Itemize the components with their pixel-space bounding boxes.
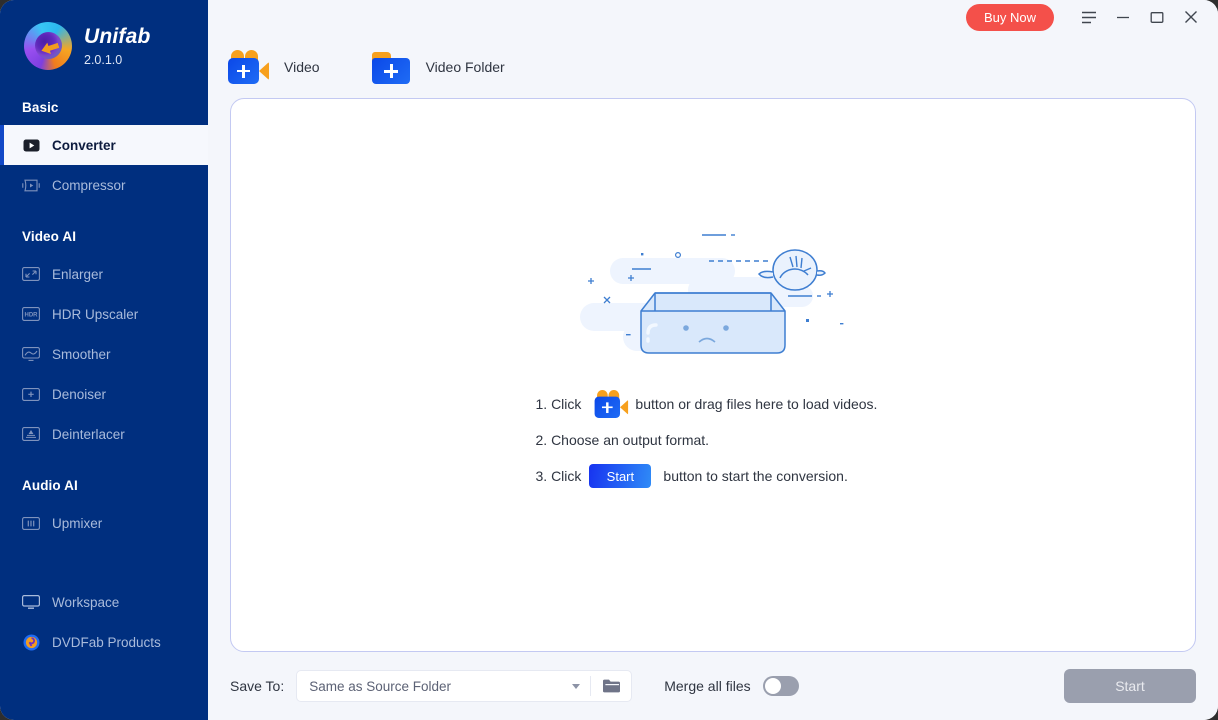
sidebar-group-video-ai: Video AI — [22, 229, 77, 244]
video-camera-plus-icon-inline — [593, 390, 629, 418]
unifab-logo-icon — [24, 22, 72, 70]
sidebar-item-deinterlacer[interactable]: Deinterlacer — [0, 414, 208, 454]
sidebar-item-compressor[interactable]: Compressor — [0, 165, 208, 205]
compressor-icon — [22, 176, 40, 194]
sidebar-item-dvdfab-products[interactable]: DVDFab Products — [0, 622, 208, 662]
chevron-down-icon — [572, 683, 581, 689]
monitor-icon — [22, 593, 40, 611]
app-version: 2.0.1.0 — [84, 52, 123, 67]
instruction-step-1: 1. Click button or drag files here to lo… — [536, 387, 891, 421]
denoiser-icon — [22, 385, 40, 403]
drop-zone[interactable]: 1. Click button or drag files here to lo… — [230, 98, 1196, 652]
box-shape — [640, 292, 786, 354]
enlarger-icon — [22, 265, 40, 283]
sidebar: Unifab 2.0.1.0 Basic Converter Compresso… — [0, 0, 208, 720]
sidebar-item-smoother[interactable]: Smoother — [0, 334, 208, 374]
converter-icon — [22, 136, 40, 154]
sidebar-item-denoiser[interactable]: Denoiser — [0, 374, 208, 414]
add-video-label: Video — [284, 59, 320, 75]
sidebar-item-label: Smoother — [52, 346, 111, 362]
add-video-button[interactable]: Video — [226, 50, 320, 84]
sidebar-item-label: Upmixer — [52, 515, 103, 531]
minimize-icon[interactable] — [1106, 2, 1140, 32]
add-video-folder-label: Video Folder — [425, 59, 505, 75]
sidebar-item-upmixer[interactable]: Upmixer — [0, 503, 208, 543]
toggle-knob — [764, 678, 781, 694]
inline-start-button[interactable]: Start — [589, 464, 652, 488]
buy-now-button[interactable]: Buy Now — [965, 3, 1054, 31]
empty-box-illustration — [580, 234, 844, 354]
step-1-suffix: button or drag files here to load videos… — [635, 396, 878, 412]
sidebar-item-label: Denoiser — [52, 386, 107, 402]
app-logo: Unifab 2.0.1.0 — [0, 0, 208, 70]
step-3-suffix: button to start the conversion. — [663, 468, 848, 484]
dvdfab-icon — [22, 633, 40, 651]
step-1-prefix: 1. Click — [535, 396, 582, 412]
smoother-icon — [22, 345, 40, 363]
sidebar-item-label: Deinterlacer — [52, 426, 125, 442]
save-path-dropdown[interactable]: Same as Source Folder — [297, 671, 590, 701]
upmixer-icon — [22, 514, 40, 532]
save-path-control: Same as Source Folder — [296, 670, 633, 702]
folder-open-icon — [602, 679, 620, 693]
sidebar-item-hdr-upscaler[interactable]: HDR HDR Upscaler — [0, 294, 208, 334]
add-video-folder-button[interactable]: Video Folder — [371, 50, 505, 84]
sidebar-item-label: Workspace — [52, 594, 120, 610]
hamburger-icon[interactable] — [1072, 2, 1106, 32]
app-window: Unifab 2.0.1.0 Basic Converter Compresso… — [0, 0, 1218, 720]
app-name: Unifab — [84, 24, 151, 48]
main-panel: Buy Now Video Video Folder 1. Click butt… — [208, 0, 1218, 720]
svg-text:HDR: HDR — [25, 312, 39, 318]
hdr-upscaler-icon: HDR — [22, 305, 40, 323]
browse-folder-button[interactable] — [591, 671, 631, 701]
start-button[interactable]: Start — [1064, 669, 1196, 703]
sidebar-item-enlarger[interactable]: Enlarger — [0, 254, 208, 294]
video-camera-plus-icon — [226, 50, 270, 84]
sidebar-group-audio-ai: Audio AI — [22, 478, 78, 493]
folder-plus-icon — [371, 50, 412, 84]
sidebar-item-label: Compressor — [52, 177, 126, 193]
sidebar-group-basic: Basic — [22, 100, 59, 115]
merge-all-files-label: Merge all files — [664, 678, 751, 694]
sidebar-item-workspace[interactable]: Workspace — [0, 582, 208, 622]
titlebar: Buy Now — [208, 0, 1218, 34]
save-to-label: Save To: — [230, 678, 285, 694]
step-3-prefix: 3. Click — [535, 468, 582, 484]
instruction-steps: 1. Click button or drag files here to lo… — [536, 387, 891, 495]
instruction-step-2: 2. Choose an output format. — [536, 423, 891, 457]
sidebar-item-label: Enlarger — [52, 266, 104, 282]
sidebar-bottom-nav: Workspace DVDFab Products — [0, 582, 208, 662]
bottom-bar: Save To: Same as Source Folder Merge all… — [208, 652, 1218, 720]
sidebar-item-label: DVDFab Products — [52, 634, 161, 650]
deinterlacer-icon — [22, 425, 40, 443]
maximize-icon[interactable] — [1140, 2, 1174, 32]
save-path-value: Same as Source Folder — [309, 678, 452, 694]
add-source-toolbar: Video Video Folder — [208, 34, 1218, 92]
step-2-text: 2. Choose an output format. — [535, 432, 710, 448]
sidebar-item-label: HDR Upscaler — [52, 306, 139, 322]
merge-all-files-toggle[interactable] — [762, 676, 799, 696]
sidebar-item-label: Converter — [52, 137, 116, 153]
instruction-step-3: 3. Click Start button to start the conve… — [536, 459, 891, 493]
sidebar-item-converter[interactable]: Converter — [0, 125, 208, 165]
close-icon[interactable] — [1174, 2, 1208, 32]
